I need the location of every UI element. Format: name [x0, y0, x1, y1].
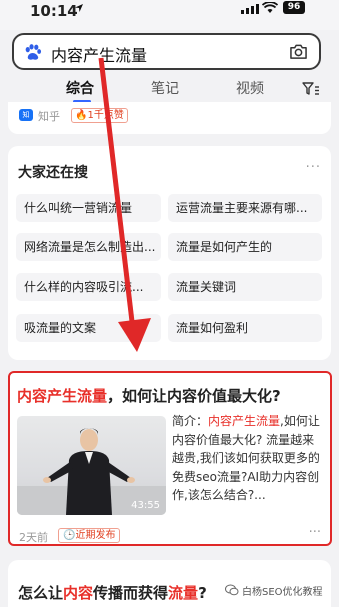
- next-title-highlight: 内容: [63, 584, 94, 602]
- next-result-title[interactable]: 怎么让内容传播而获得流量?: [18, 582, 207, 603]
- result-title-highlight: 内容产生流量: [17, 387, 108, 405]
- related-search-chip[interactable]: 吸流量的文案: [16, 314, 161, 342]
- recent-badge-label: 近期发布: [75, 530, 116, 541]
- related-search-chip[interactable]: 流量关键词: [168, 273, 322, 301]
- cellular-signal-icon: [241, 4, 259, 14]
- likes-badge-label: 1千点赞: [87, 110, 124, 121]
- video-result-card[interactable]: 内容产生流量，如何让内容价值最大化? 43:55 简介：内容产生流量,如何让内容…: [8, 371, 332, 546]
- more-options-button[interactable]: ···: [306, 160, 321, 175]
- search-bar[interactable]: 内容产生流量: [12, 33, 321, 70]
- related-search-chip[interactable]: 流量如何盈利: [168, 314, 322, 342]
- next-title-highlight: 流量: [168, 584, 199, 602]
- tab-notes[interactable]: 笔记: [151, 78, 179, 98]
- wifi-icon: [262, 2, 278, 13]
- result-title-rest: ，如何让内容价值最大化?: [107, 387, 281, 405]
- filter-icon[interactable]: [302, 82, 320, 96]
- tab-all[interactable]: 综合: [66, 78, 94, 98]
- related-search-chip[interactable]: 什么叫统一营销流量: [16, 194, 161, 222]
- snippet-highlight: 内容产生流量: [208, 414, 281, 428]
- related-search-chip[interactable]: 流量是如何产生的: [168, 233, 322, 261]
- related-search-chip[interactable]: 什么样的内容吸引流...: [16, 273, 161, 301]
- zhihu-logo-icon: 知: [19, 109, 33, 121]
- related-searches-title: 大家还在搜: [18, 165, 88, 181]
- source-name: 知乎: [38, 110, 60, 123]
- status-bar: 10:14 96: [0, 0, 339, 30]
- baidu-paw-icon: [25, 44, 42, 60]
- tab-videos[interactable]: 视频: [236, 78, 264, 98]
- video-thumbnail[interactable]: 43:55: [17, 416, 166, 515]
- related-search-chip[interactable]: 运营流量主要来源有哪...: [168, 194, 322, 222]
- zhihu-result-footer[interactable]: 知 知乎 🔥1千点赞: [8, 102, 331, 134]
- related-search-chip[interactable]: 网络流量是怎么制造出...: [16, 233, 161, 261]
- likes-badge: 🔥1千点赞: [71, 108, 128, 123]
- camera-icon[interactable]: [289, 43, 308, 60]
- watermark-text: 白杨SEO优化教程: [242, 587, 323, 598]
- recent-badge: 🕒近期发布: [58, 528, 121, 543]
- search-input[interactable]: 内容产生流量: [51, 42, 147, 66]
- publish-age: 2天前: [19, 531, 48, 544]
- next-title-part: 怎么让: [18, 584, 64, 602]
- snippet-prefix: 简介：: [172, 414, 209, 428]
- status-time: 10:14: [30, 2, 78, 20]
- next-title-part: 传播而获得: [93, 584, 169, 602]
- result-title[interactable]: 内容产生流量，如何让内容价值最大化?: [17, 385, 281, 406]
- result-more-button[interactable]: ···: [309, 525, 321, 540]
- video-duration: 43:55: [131, 500, 160, 511]
- next-title-part: ?: [198, 584, 207, 602]
- battery-indicator: 96: [283, 1, 305, 14]
- related-searches-card: 大家还在搜 ··· 什么叫统一营销流量 运营流量主要来源有哪... 网络流量是怎…: [8, 146, 331, 360]
- wechat-icon: [225, 584, 239, 596]
- result-snippet: 简介：内容产生流量,如何让内容价值最大化? 流量越来越贵,我们该如何获取更多的免…: [172, 412, 326, 505]
- location-arrow-icon: [75, 4, 83, 12]
